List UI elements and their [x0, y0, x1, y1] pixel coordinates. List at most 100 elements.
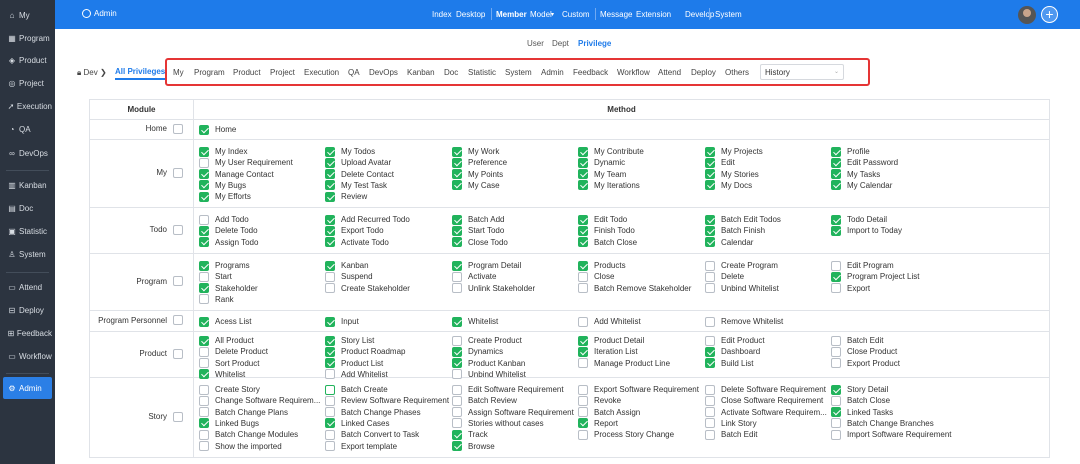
checkbox[interactable] [199, 429, 209, 440]
privilege-checkbox-item[interactable]: Create Story [199, 384, 260, 395]
privilege-checkbox-item[interactable]: Dynamics [452, 346, 503, 357]
privilege-checkbox-item[interactable]: My Iterations [578, 180, 640, 191]
privilege-checkbox-item[interactable]: Close [578, 271, 614, 282]
checkbox[interactable] [705, 271, 715, 282]
privilege-checkbox-item[interactable]: Add Todo [199, 214, 249, 225]
checkbox[interactable] [578, 384, 588, 395]
privilege-checkbox-item[interactable]: My Test Task [325, 180, 387, 191]
privilege-checkbox-item[interactable]: Edit Product [705, 335, 765, 346]
privilege-checkbox-item[interactable]: Batch Create [325, 384, 388, 395]
sidebar-item-workflow[interactable]: ▭ Workflow [3, 347, 52, 365]
privilege-checkbox-item[interactable]: Export [831, 283, 870, 294]
nav-custom[interactable]: Custom [562, 10, 590, 19]
sidebar-item-product[interactable]: ◈ Product [3, 51, 52, 69]
privilege-checkbox-item[interactable]: Stories without cases [452, 418, 544, 429]
privilege-checkbox-item[interactable]: Product Roadmap [325, 346, 405, 357]
module-tab-feedback[interactable]: Feedback [573, 68, 608, 77]
module-tab-admin[interactable]: Admin [541, 68, 564, 77]
privilege-checkbox-item[interactable]: Batch Edit Todos [705, 214, 781, 225]
checkbox[interactable] [578, 180, 588, 191]
privilege-checkbox-item[interactable]: Batch Finish [705, 225, 765, 236]
privilege-checkbox-item[interactable]: Create Product [452, 335, 522, 346]
checkbox[interactable] [831, 407, 841, 418]
checkbox[interactable] [325, 283, 335, 294]
checkbox[interactable] [325, 316, 335, 327]
module-checkbox[interactable] [173, 411, 183, 422]
checkbox[interactable] [452, 358, 462, 369]
sidebar-item-devops[interactable]: ∞ DevOps [3, 144, 52, 162]
module-checkbox[interactable] [173, 348, 183, 359]
breadcrumb[interactable]: 🔒︎ Dev ❯ [77, 68, 107, 78]
privilege-checkbox-item[interactable]: Create Program [705, 260, 778, 271]
nav-extension[interactable]: Extension [636, 10, 671, 19]
module-checkbox[interactable] [173, 276, 183, 286]
checkbox[interactable] [578, 169, 588, 180]
checkbox[interactable] [705, 283, 715, 294]
checkbox[interactable] [452, 225, 462, 236]
checkbox[interactable] [578, 346, 588, 357]
subnav-dept[interactable]: Dept [552, 39, 569, 48]
privilege-checkbox-item[interactable]: Iteration List [578, 346, 638, 357]
privilege-checkbox-item[interactable]: Batch Close [578, 237, 637, 248]
privilege-checkbox-item[interactable]: Batch Edit [705, 429, 757, 440]
checkbox[interactable] [199, 395, 209, 406]
sidebar-item-my[interactable]: ⌂ My [3, 6, 52, 24]
checkbox[interactable] [199, 180, 209, 191]
privilege-checkbox-item[interactable]: Program Project List [831, 271, 919, 282]
checkbox[interactable] [705, 418, 715, 429]
privilege-checkbox-item[interactable]: Unlink Stakeholder [452, 283, 535, 294]
privilege-checkbox-item[interactable]: My Stories [705, 169, 759, 180]
checkbox[interactable] [705, 358, 715, 369]
privilege-checkbox-item[interactable]: Batch Add [452, 214, 504, 225]
privilege-checkbox-item[interactable]: Batch Assign [578, 407, 640, 418]
checkbox[interactable] [705, 407, 715, 418]
privilege-checkbox-item[interactable]: My Work [452, 146, 499, 157]
privilege-checkbox-item[interactable]: Product Detail [578, 335, 644, 346]
checkbox[interactable] [831, 214, 841, 225]
checkbox[interactable] [325, 191, 335, 202]
checkbox[interactable] [325, 395, 335, 406]
privilege-checkbox-item[interactable]: Kanban [325, 260, 369, 271]
privilege-checkbox-item[interactable]: Build List [705, 358, 753, 369]
checkbox[interactable] [325, 384, 335, 395]
checkbox[interactable] [199, 157, 209, 168]
module-tab-deploy[interactable]: Deploy [691, 68, 716, 77]
privilege-checkbox-item[interactable]: My Bugs [199, 180, 246, 191]
checkbox[interactable] [578, 283, 588, 294]
privilege-checkbox-item[interactable]: Show the imported [199, 441, 282, 452]
checkbox[interactable] [705, 180, 715, 191]
module-label[interactable]: Program [136, 276, 189, 286]
module-tab-workflow[interactable]: Workflow [617, 68, 650, 77]
checkbox[interactable] [578, 335, 588, 346]
privilege-checkbox-item[interactable]: My Contribute [578, 146, 644, 157]
privilege-checkbox-item[interactable]: Delete Product [199, 346, 268, 357]
checkbox[interactable] [452, 429, 462, 440]
checkbox[interactable] [325, 346, 335, 357]
checkbox[interactable] [705, 346, 715, 357]
privilege-checkbox-item[interactable]: Edit Password [831, 157, 898, 168]
checkbox[interactable] [831, 418, 841, 429]
privilege-checkbox-item[interactable]: Revoke [578, 395, 621, 406]
privilege-checkbox-item[interactable]: Export template [325, 441, 397, 452]
privilege-checkbox-item[interactable]: Home [199, 124, 236, 135]
sidebar-item-attend[interactable]: ▭ Attend [3, 278, 52, 296]
checkbox[interactable] [705, 146, 715, 157]
privilege-checkbox-item[interactable]: My Projects [705, 146, 763, 157]
checkbox[interactable] [578, 146, 588, 157]
checkbox[interactable] [578, 214, 588, 225]
nav-index[interactable]: Index [432, 10, 452, 19]
privilege-checkbox-item[interactable]: My User Requirement [199, 157, 293, 168]
history-select[interactable]: History ⌄ [760, 64, 844, 80]
checkbox[interactable] [452, 157, 462, 168]
checkbox[interactable] [325, 225, 335, 236]
checkbox[interactable] [199, 237, 209, 248]
privilege-checkbox-item[interactable]: Preference [452, 157, 507, 168]
checkbox[interactable] [452, 316, 462, 327]
privilege-checkbox-item[interactable]: Batch Review [452, 395, 517, 406]
checkbox[interactable] [452, 418, 462, 429]
module-tab-qa[interactable]: QA [348, 68, 360, 77]
privilege-checkbox-item[interactable]: Calendar [705, 237, 753, 248]
module-tab-system[interactable]: System [505, 68, 532, 77]
privilege-checkbox-item[interactable]: Batch Change Modules [199, 429, 298, 440]
module-tab-others[interactable]: Others [725, 68, 749, 77]
